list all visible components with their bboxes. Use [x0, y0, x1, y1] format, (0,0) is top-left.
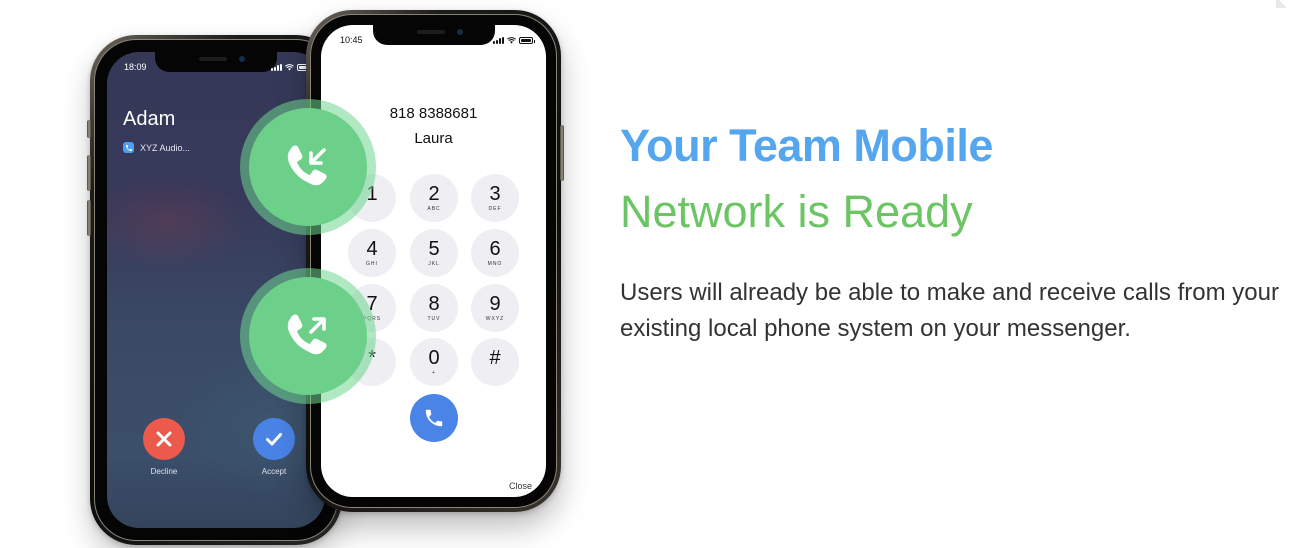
key-letters: + — [432, 370, 436, 376]
status-time: 10:45 — [340, 35, 363, 45]
caller-name: Adam — [123, 108, 176, 130]
headline-primary: Your Team Mobile — [620, 120, 993, 171]
accept-label: Accept — [261, 467, 287, 476]
key-digit: 4 — [366, 238, 378, 260]
incoming-call-badge-inner — [249, 108, 367, 226]
key-digit: 9 — [489, 293, 501, 315]
keypad-key[interactable]: 2 ABC — [410, 174, 458, 222]
phone-notch — [155, 52, 277, 72]
keypad-key[interactable]: 5 JKL — [410, 229, 458, 277]
key-digit: 0 — [428, 347, 440, 369]
key-letters: GHI — [366, 261, 378, 267]
wifi-icon — [507, 37, 516, 44]
call-button[interactable] — [410, 394, 458, 442]
phone-icon — [425, 409, 443, 427]
key-letters: DEF — [488, 206, 502, 212]
description-text: Users will already be able to make and r… — [620, 279, 1279, 342]
key-letters: WXYZ — [485, 316, 505, 322]
mute-switch — [87, 120, 91, 138]
key-letters: ABC — [427, 206, 441, 212]
headline-secondary: Network is Ready — [620, 186, 973, 237]
caller-app: XYZ Audio... — [123, 142, 190, 153]
page-corner-fold — [1276, 0, 1290, 8]
volume-up-button — [87, 155, 91, 191]
accept-button[interactable]: Accept — [244, 418, 304, 476]
key-digit: 3 — [489, 183, 501, 205]
keypad-key[interactable]: # — [471, 338, 519, 386]
volume-down-button — [87, 200, 91, 236]
caller-app-label: XYZ Audio... — [140, 142, 191, 153]
decline-label: Decline — [150, 467, 178, 476]
phone-app-icon — [123, 142, 134, 153]
key-digit: # — [489, 347, 501, 369]
signal-icon — [271, 64, 282, 71]
wifi-icon — [285, 64, 294, 71]
status-icons — [493, 35, 535, 44]
outgoing-call-badge-inner — [249, 277, 367, 395]
battery-icon — [519, 37, 535, 44]
incoming-call-badge — [240, 99, 376, 235]
key-letters: MNO — [487, 261, 503, 267]
key-digit: 8 — [428, 293, 440, 315]
outgoing-call-badge — [240, 268, 376, 404]
status-icons — [271, 62, 313, 71]
checkmark-icon — [266, 433, 282, 446]
power-button — [560, 125, 564, 181]
keypad-key[interactable]: 0 + — [410, 338, 458, 386]
dialer-screen: 10:45 818 8388681 Laura 1 2 ABC 3 DEF 4 GHI 5 JK… — [321, 25, 546, 497]
close-link[interactable]: Close — [509, 481, 532, 491]
keypad-key[interactable]: 9 WXYZ — [471, 284, 519, 332]
keypad-key[interactable]: 8 TUV — [410, 284, 458, 332]
keypad-key[interactable]: 3 DEF — [471, 174, 519, 222]
incoming-call-icon — [287, 145, 327, 186]
key-letters: TUV — [427, 316, 441, 322]
phone-notch — [372, 25, 495, 45]
decline-button[interactable]: Decline — [134, 418, 194, 476]
status-time: 18:09 — [124, 62, 147, 72]
decline-circle[interactable] — [143, 418, 185, 460]
key-digit: 5 — [428, 238, 440, 260]
dialer-phone: 10:45 818 8388681 Laura 1 2 ABC 3 DEF 4 GHI 5 JK… — [306, 10, 564, 512]
key-digit: 2 — [428, 183, 440, 205]
key-digit: 6 — [489, 238, 501, 260]
signal-icon — [493, 37, 504, 44]
keypad-key[interactable]: 6 MNO — [471, 229, 519, 277]
outgoing-call-icon — [287, 314, 327, 355]
key-letters: JKL — [428, 261, 440, 267]
phone-bezel: 10:45 818 8388681 Laura 1 2 ABC 3 DEF 4 GHI 5 JK… — [310, 14, 557, 508]
x-icon — [156, 431, 172, 447]
accept-circle[interactable] — [253, 418, 295, 460]
keypad-key[interactable]: 4 GHI — [348, 229, 396, 277]
